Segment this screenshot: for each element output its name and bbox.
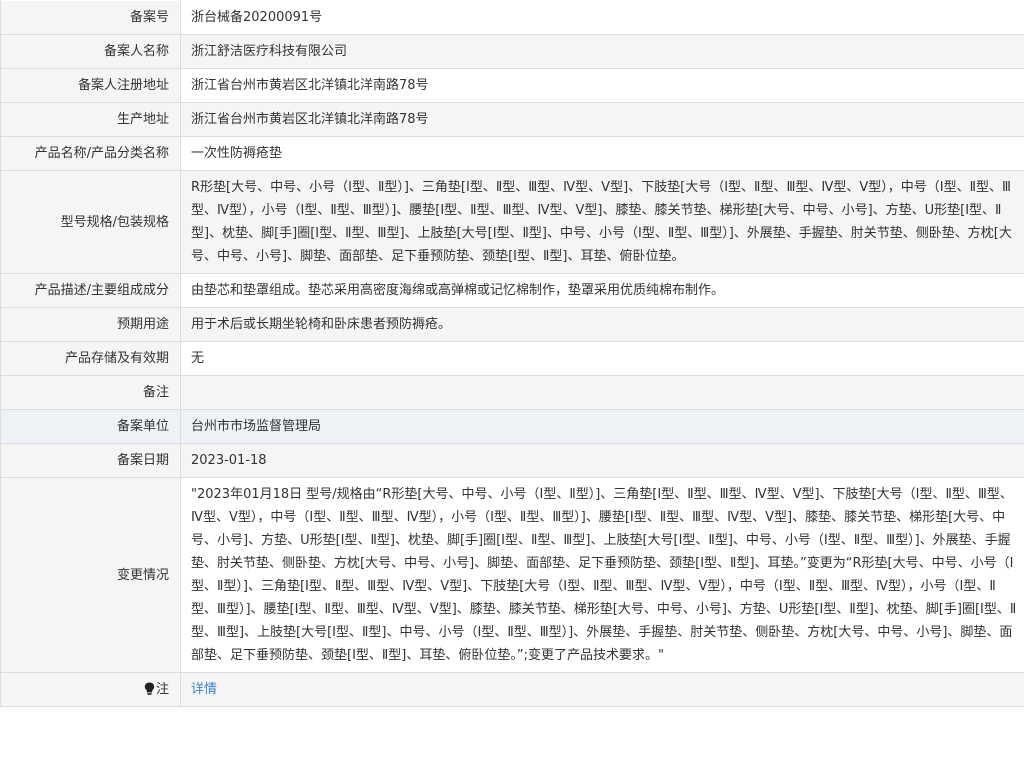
record-unit-label: 备案单位 bbox=[0, 409, 181, 444]
product-name-label: 产品名称/产品分类名称 bbox=[0, 136, 181, 171]
row-intended-use: 预期用途 用于术后或长期坐轮椅和卧床患者预防褥疮。 bbox=[0, 307, 1024, 342]
storage-label: 产品存储及有效期 bbox=[0, 341, 181, 376]
production-address-value: 浙江省台州市黄岩区北洋镇北洋南路78号 bbox=[180, 102, 1024, 137]
model-spec-label: 型号规格/包装规格 bbox=[0, 170, 181, 274]
row-remarks: 备注 bbox=[0, 375, 1024, 410]
row-storage: 产品存储及有效期 无 bbox=[0, 341, 1024, 376]
record-date-label: 备案日期 bbox=[0, 443, 181, 478]
intended-use-label: 预期用途 bbox=[0, 307, 181, 342]
description-value: 由垫芯和垫罩组成。垫芯采用高密度海绵或高弹棉或记忆棉制作，垫罩采用优质纯棉布制作… bbox=[180, 273, 1024, 308]
description-label: 产品描述/主要组成成分 bbox=[0, 273, 181, 308]
row-registrant-address: 备案人注册地址 浙江省台州市黄岩区北洋镇北洋南路78号 bbox=[0, 68, 1024, 103]
row-record-unit: 备案单位 台州市市场监督管理局 bbox=[0, 409, 1024, 444]
changes-value: "2023年01月18日 型号/规格由“R形垫[大号、中号、小号（Ⅰ型、Ⅱ型）]… bbox=[180, 477, 1024, 673]
note-value: 详情 bbox=[180, 672, 1024, 707]
remarks-value bbox=[180, 375, 1024, 410]
row-record-date: 备案日期 2023-01-18 bbox=[0, 443, 1024, 478]
registrant-name-label: 备案人名称 bbox=[0, 34, 181, 69]
registrant-address-label: 备案人注册地址 bbox=[0, 68, 181, 103]
record-unit-value: 台州市市场监督管理局 bbox=[180, 409, 1024, 444]
changes-label: 变更情况 bbox=[0, 477, 181, 673]
row-changes: 变更情况 "2023年01月18日 型号/规格由“R形垫[大号、中号、小号（Ⅰ型… bbox=[0, 477, 1024, 673]
record-no-value: 浙台械备20200091号 bbox=[180, 0, 1024, 35]
remarks-label: 备注 bbox=[0, 375, 181, 410]
detail-link[interactable]: 详情 bbox=[191, 682, 217, 697]
row-model-spec: 型号规格/包装规格 R形垫[大号、中号、小号（Ⅰ型、Ⅱ型）]、三角垫[Ⅰ型、Ⅱ型… bbox=[0, 170, 1024, 274]
record-date-value: 2023-01-18 bbox=[180, 443, 1024, 478]
product-name-value: 一次性防褥疮垫 bbox=[180, 136, 1024, 171]
model-spec-value: R形垫[大号、中号、小号（Ⅰ型、Ⅱ型）]、三角垫[Ⅰ型、Ⅱ型、Ⅲ型、Ⅳ型、Ⅴ型]… bbox=[180, 170, 1024, 274]
row-note: 注 详情 bbox=[0, 672, 1024, 707]
registrant-name-value: 浙江舒洁医疗科技有限公司 bbox=[180, 34, 1024, 69]
row-description: 产品描述/主要组成成分 由垫芯和垫罩组成。垫芯采用高密度海绵或高弹棉或记忆棉制作… bbox=[0, 273, 1024, 308]
row-production-address: 生产地址 浙江省台州市黄岩区北洋镇北洋南路78号 bbox=[0, 102, 1024, 137]
row-record-no: 备案号 浙台械备20200091号 bbox=[0, 0, 1024, 35]
record-detail-table: 备案号 浙台械备20200091号 备案人名称 浙江舒洁医疗科技有限公司 备案人… bbox=[0, 0, 1024, 707]
note-label: 注 bbox=[155, 682, 169, 697]
registrant-address-value: 浙江省台州市黄岩区北洋镇北洋南路78号 bbox=[180, 68, 1024, 103]
note-label-cell: 注 bbox=[0, 672, 181, 707]
storage-value: 无 bbox=[180, 341, 1024, 376]
record-no-label: 备案号 bbox=[0, 0, 181, 35]
production-address-label: 生产地址 bbox=[0, 102, 181, 137]
row-registrant-name: 备案人名称 浙江舒洁医疗科技有限公司 bbox=[0, 34, 1024, 69]
intended-use-value: 用于术后或长期坐轮椅和卧床患者预防褥疮。 bbox=[180, 307, 1024, 342]
lightbulb-icon bbox=[144, 680, 155, 695]
row-product-name: 产品名称/产品分类名称 一次性防褥疮垫 bbox=[0, 136, 1024, 171]
